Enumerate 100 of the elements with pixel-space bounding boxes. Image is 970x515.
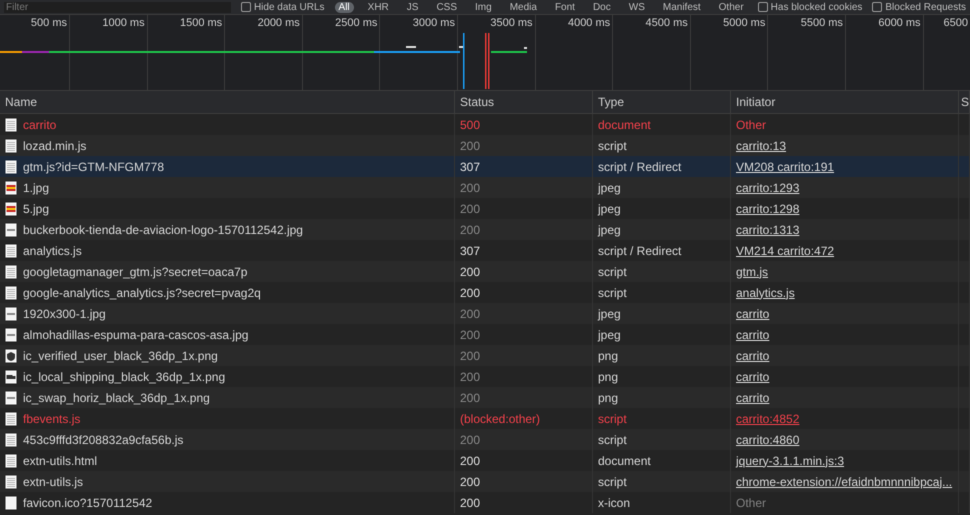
request-row[interactable]: googletagmanager_gtm.js?secret=oaca7p 200 script gtm.js	[0, 261, 970, 282]
file-icon	[5, 160, 17, 174]
request-row[interactable]: ic_swap_horiz_black_36dp_1x.png 200 png carrito	[0, 387, 970, 408]
checkbox[interactable]	[872, 2, 882, 12]
request-row[interactable]: ic_verified_user_black_36dp_1x.png 200 png carrito	[0, 345, 970, 366]
request-name: ic_local_shipping_black_36dp_1x.png	[23, 370, 226, 384]
resource-type: script	[598, 412, 627, 426]
request-row[interactable]: lozad.min.js 200 script carrito:13	[0, 135, 970, 156]
filter-field[interactable]: Filter	[4, 2, 231, 12]
time-tick-label: 6500	[944, 17, 968, 29]
type-filter-button[interactable]: Other	[714, 2, 748, 12]
resource-type: script / Redirect	[598, 160, 682, 174]
request-row[interactable]: 1.jpg 200 jpeg carrito:1293	[0, 177, 970, 198]
resource-type: script	[598, 264, 627, 278]
file-icon	[5, 138, 17, 152]
request-name: google-analytics_analytics.js?secret=pvag2q	[23, 286, 261, 300]
request-name: 5.jpg	[23, 202, 50, 216]
initiator-link[interactable]: VM214 carrito:472	[736, 244, 834, 258]
type-filter-button[interactable]: Media	[506, 2, 541, 12]
request-row[interactable]: gtm.js?id=GTM-NFGM778 307 script / Redirect VM208 carrito:191	[0, 156, 970, 177]
checkbox[interactable]	[240, 2, 251, 12]
resource-type: jpeg	[598, 202, 621, 216]
type-filter-button[interactable]: Img	[471, 2, 496, 12]
column-header[interactable]: Type	[593, 91, 731, 113]
request-name: extn-utils.html	[23, 454, 98, 468]
image-icon	[5, 306, 17, 320]
type-filter-button[interactable]: Manifest	[658, 2, 705, 12]
request-name: ic_swap_horiz_black_36dp_1x.png	[23, 390, 210, 404]
time-tick-label: 3000 ms	[412, 17, 455, 29]
truck-icon	[5, 370, 17, 384]
initiator-link[interactable]: carrito:1298	[736, 202, 800, 216]
type-filter-button[interactable]: XHR	[364, 2, 393, 12]
type-filter-button[interactable]: WS	[624, 2, 649, 12]
flag-icon	[5, 180, 17, 194]
initiator-link[interactable]: chrome-extension://efaidnbmnnnibpcaj...	[736, 474, 952, 488]
column-header[interactable]: Initiator	[731, 91, 959, 113]
initiator-link[interactable]: carrito	[736, 328, 770, 342]
initiator-link[interactable]: carrito	[736, 306, 770, 320]
resource-type: jpeg	[598, 222, 621, 236]
request-name: 453c9fffd3f208832a9cfa56b.js	[23, 432, 184, 446]
status-code: 200	[460, 138, 480, 152]
status-code: 200	[460, 370, 480, 384]
column-header[interactable]: Name	[0, 91, 455, 113]
type-filter-button[interactable]: CSS	[432, 2, 462, 12]
resource-type: jpeg	[598, 180, 621, 194]
file-icon	[5, 264, 17, 278]
status-code: 200	[460, 474, 480, 488]
type-filter-button[interactable]: JS	[402, 2, 422, 12]
shield-icon	[5, 348, 17, 362]
initiator-link[interactable]: carrito:13	[736, 138, 786, 152]
status-code: 200	[460, 286, 480, 300]
initiator-link[interactable]: carrito	[736, 348, 770, 362]
request-name: googletagmanager_gtm.js?secret=oaca7p	[23, 264, 248, 278]
type-filter-button[interactable]: All	[334, 2, 354, 12]
initiator-link[interactable]: carrito:4852	[736, 412, 800, 426]
checkbox-label: Has blocked cookies	[770, 2, 862, 12]
file-icon	[5, 118, 17, 132]
resource-type: png	[598, 348, 618, 362]
initiator-link[interactable]: carrito:4860	[736, 432, 800, 446]
blank-file-icon	[5, 496, 17, 510]
resource-type: png	[598, 370, 618, 384]
request-name: almohadillas-espuma-para-cascos-asa.jpg	[23, 328, 248, 342]
initiator-link[interactable]: carrito	[736, 390, 770, 404]
time-tick-label: 5500 ms	[800, 17, 843, 29]
time-tick-label: 6000 ms	[878, 17, 921, 29]
file-icon	[5, 412, 17, 426]
status-code: 200	[460, 496, 480, 510]
time-tick-label: 500 ms	[30, 17, 67, 29]
initiator-link[interactable]: carrito:1313	[736, 222, 800, 236]
request-name: extn-utils.js	[23, 474, 84, 488]
request-row[interactable]: 1920x300-1.jpg 200 jpeg carrito	[0, 303, 970, 324]
resource-type: script	[598, 138, 627, 152]
column-header[interactable]: S	[959, 91, 970, 113]
initiator-link[interactable]: analytics.js	[736, 286, 795, 300]
checkbox[interactable]	[758, 2, 768, 12]
resource-type: script	[598, 432, 627, 446]
request-row[interactable]: extn-utils.js 200 script chrome-extension://efaidnbmnnnibpcaj...	[0, 471, 970, 492]
request-name: favicon.ico?1570112542	[23, 496, 152, 510]
status-code: 307	[460, 160, 480, 174]
status-code: 200	[460, 328, 480, 342]
image-icon	[5, 390, 17, 404]
file-icon	[5, 474, 17, 488]
request-row[interactable]: 453c9fffd3f208832a9cfa56b.js 200 script carrito:4860	[0, 429, 970, 450]
column-header[interactable]: Status	[455, 91, 593, 113]
status-code: 200	[460, 306, 480, 320]
type-filter-button[interactable]: Font	[550, 2, 579, 12]
initiator-link[interactable]: carrito:1293	[736, 180, 800, 194]
image-icon	[5, 222, 17, 236]
status-code: 200	[460, 202, 480, 216]
status-code: 200	[460, 348, 480, 362]
request-row[interactable]: buckerbook-tienda-de-aviacion-logo-1570112542.jpg 200 jpeg carrito:1313	[0, 219, 970, 240]
type-filter-button[interactable]: Doc	[588, 2, 615, 12]
initiator-link[interactable]: VM208 carrito:191	[736, 160, 834, 174]
initiator-link[interactable]: carrito	[736, 370, 770, 384]
initiator-link[interactable]: gtm.js	[736, 264, 768, 278]
checkbox-label: Blocked Requests	[885, 2, 966, 12]
resource-type: document	[598, 118, 651, 132]
time-tick-label: 4500 ms	[646, 17, 688, 29]
initiator-link[interactable]: jquery-3.1.1.min.js:3	[736, 454, 844, 468]
time-tick-label: 1000 ms	[102, 17, 145, 29]
